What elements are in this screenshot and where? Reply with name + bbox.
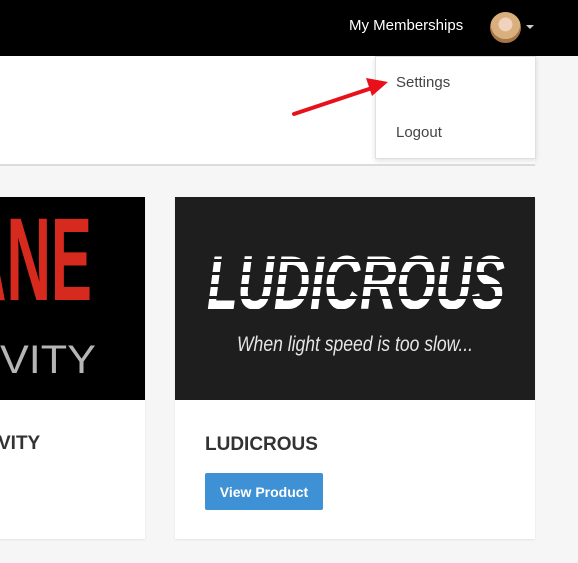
- annotation-arrow-icon: [292, 78, 388, 116]
